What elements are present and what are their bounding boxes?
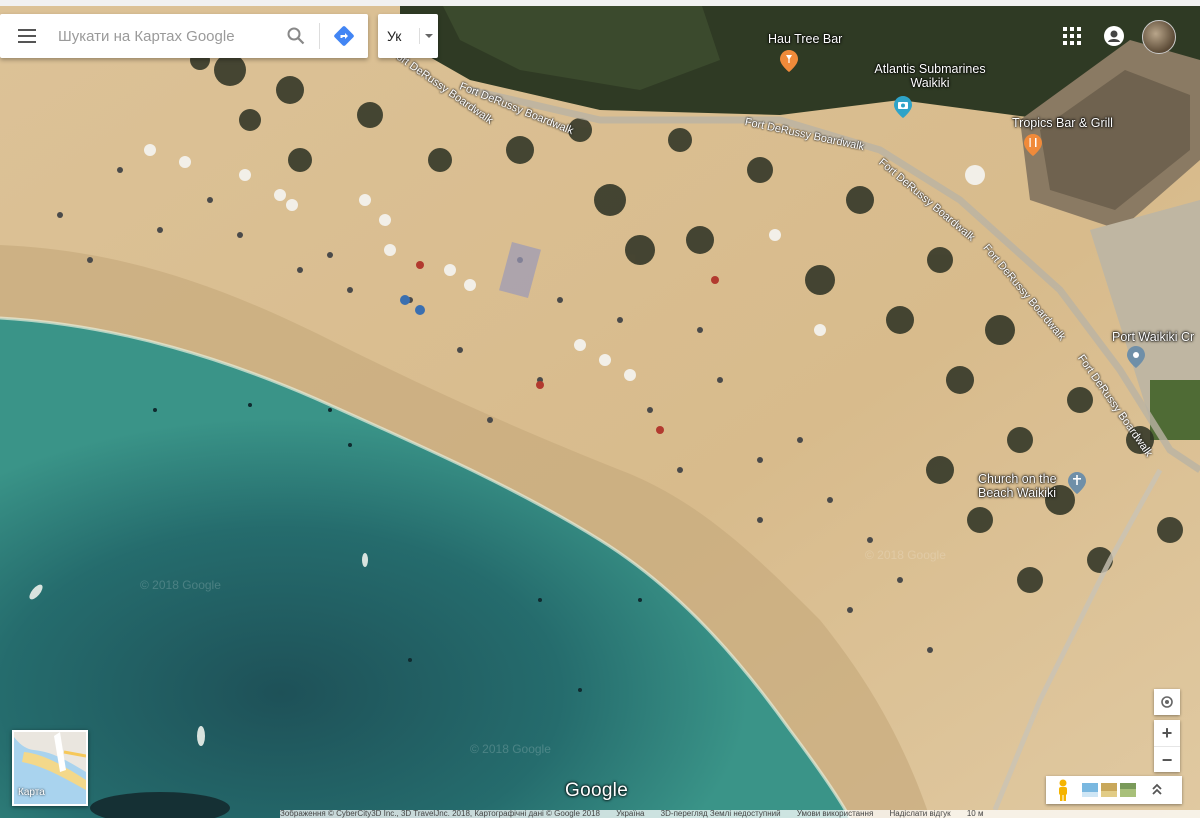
search-icon (287, 27, 305, 45)
directions-icon (334, 26, 354, 46)
map-type-toggle[interactable]: Карта (12, 730, 88, 806)
camera-pin-icon[interactable] (894, 96, 912, 118)
search-input[interactable] (54, 21, 277, 51)
place-label-church-on-the-beach[interactable]: Church on the Beach Waikiki (978, 472, 1068, 500)
my-location-button[interactable] (1154, 689, 1180, 715)
place-name-atlantis: Atlantis Submarines Waikiki (874, 62, 986, 90)
imagery-attribution: Зображення © CyberCity3D Inc., 3D Travel… (280, 810, 600, 818)
3d-unavailable-text: 3D-перегляд Землі недоступний (660, 810, 781, 818)
hamburger-menu-icon (18, 29, 36, 43)
place-label-tropics-bar-grill[interactable]: Tropics Bar & Grill (1012, 116, 1113, 130)
notifications-icon[interactable] (1103, 25, 1125, 47)
restaurant-pin-icon[interactable] (780, 50, 798, 72)
google-logo: Google (565, 780, 629, 801)
search-button[interactable] (277, 14, 315, 58)
zoom-controls: + − (1154, 720, 1180, 772)
top-strip (0, 0, 1200, 6)
place-label-atlantis-submarines[interactable]: Atlantis Submarines Waikiki (860, 62, 1000, 90)
footer-attribution: Зображення © CyberCity3D Inc., 3D Travel… (280, 810, 1200, 818)
place-label-port-waikiki[interactable]: Port Waikiki Cr (1112, 330, 1194, 344)
restaurant-pin-icon[interactable] (1024, 134, 1042, 156)
apps-grid-icon[interactable] (1062, 26, 1082, 46)
watermark: © 2018 Google (140, 578, 221, 592)
location-target-icon (1161, 696, 1173, 708)
imagery-thumbnail-icon[interactable] (1082, 783, 1098, 797)
language-label: Ук (387, 28, 402, 44)
minus-icon: − (1161, 749, 1173, 770)
street-view-layer-bar (1046, 776, 1182, 804)
watermark: © 2018 Google (470, 742, 551, 756)
search-box (0, 14, 368, 58)
country-link[interactable]: Україна (616, 810, 644, 818)
directions-button[interactable] (324, 14, 364, 58)
place-pin-icon[interactable] (1127, 346, 1145, 368)
divider (319, 23, 320, 49)
church-pin-icon[interactable] (1068, 472, 1086, 494)
terms-link[interactable]: Умови використання (797, 810, 873, 818)
imagery-thumbnail-icon[interactable] (1101, 783, 1117, 797)
plus-icon: + (1161, 722, 1173, 743)
place-label-hau-tree-bar[interactable]: Hau Tree Bar (768, 32, 842, 46)
menu-button[interactable] (0, 14, 54, 58)
send-feedback-link[interactable]: Надіслати відгук (890, 810, 951, 818)
watermark: © 2018 Google (865, 548, 946, 562)
zoom-in-button[interactable]: + (1154, 720, 1180, 746)
place-name-church: Church on the Beach Waikiki (978, 472, 1057, 500)
chevron-up-icon[interactable] (1150, 782, 1164, 798)
pegman-icon[interactable] (1050, 777, 1076, 803)
language-selector[interactable]: Ук (378, 14, 438, 58)
map-type-label: Карта (18, 787, 45, 798)
avatar[interactable] (1142, 20, 1176, 54)
chevron-down-icon (419, 28, 434, 44)
imagery-thumbnail-icon[interactable] (1120, 783, 1136, 797)
scale-label[interactable]: 10 м (967, 810, 984, 818)
zoom-out-button[interactable]: − (1154, 746, 1180, 773)
